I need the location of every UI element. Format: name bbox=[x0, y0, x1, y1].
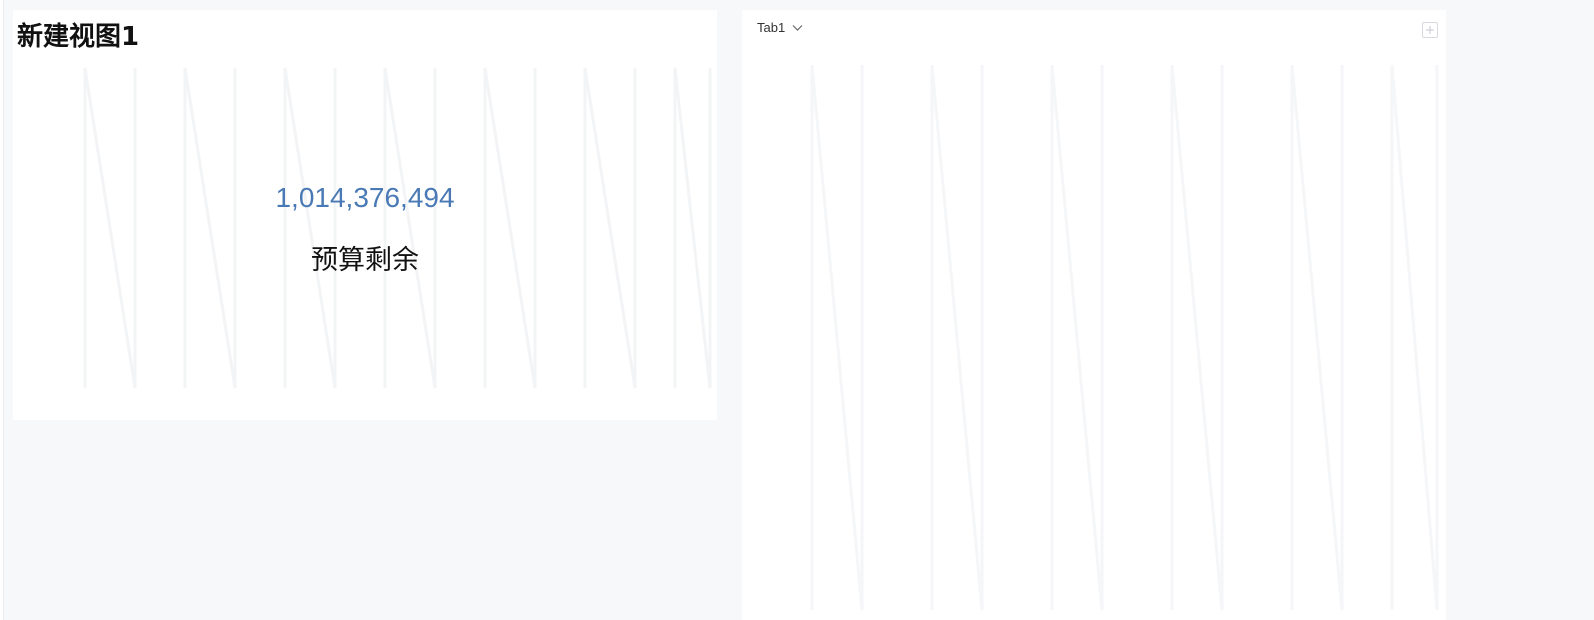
tab-panel: Tab1 bbox=[742, 10, 1446, 620]
watermark-pattern bbox=[83, 67, 712, 389]
tab-tab1[interactable]: Tab1 bbox=[757, 20, 804, 35]
kpi-label: 预算剩余 bbox=[311, 245, 419, 276]
add-tab-button[interactable] bbox=[1422, 22, 1438, 38]
watermark-pattern bbox=[810, 64, 1439, 611]
left-edge-divider bbox=[0, 0, 4, 620]
tab-label: Tab1 bbox=[757, 20, 786, 35]
kpi-value: 1,014,376,494 bbox=[275, 182, 455, 213]
plus-icon bbox=[1426, 26, 1434, 34]
view-title: 新建视图1 bbox=[17, 22, 140, 52]
kpi-card: 新建视图1 1,014,376,494 预算剩余 bbox=[13, 10, 717, 420]
chevron-down-icon bbox=[792, 25, 803, 31]
